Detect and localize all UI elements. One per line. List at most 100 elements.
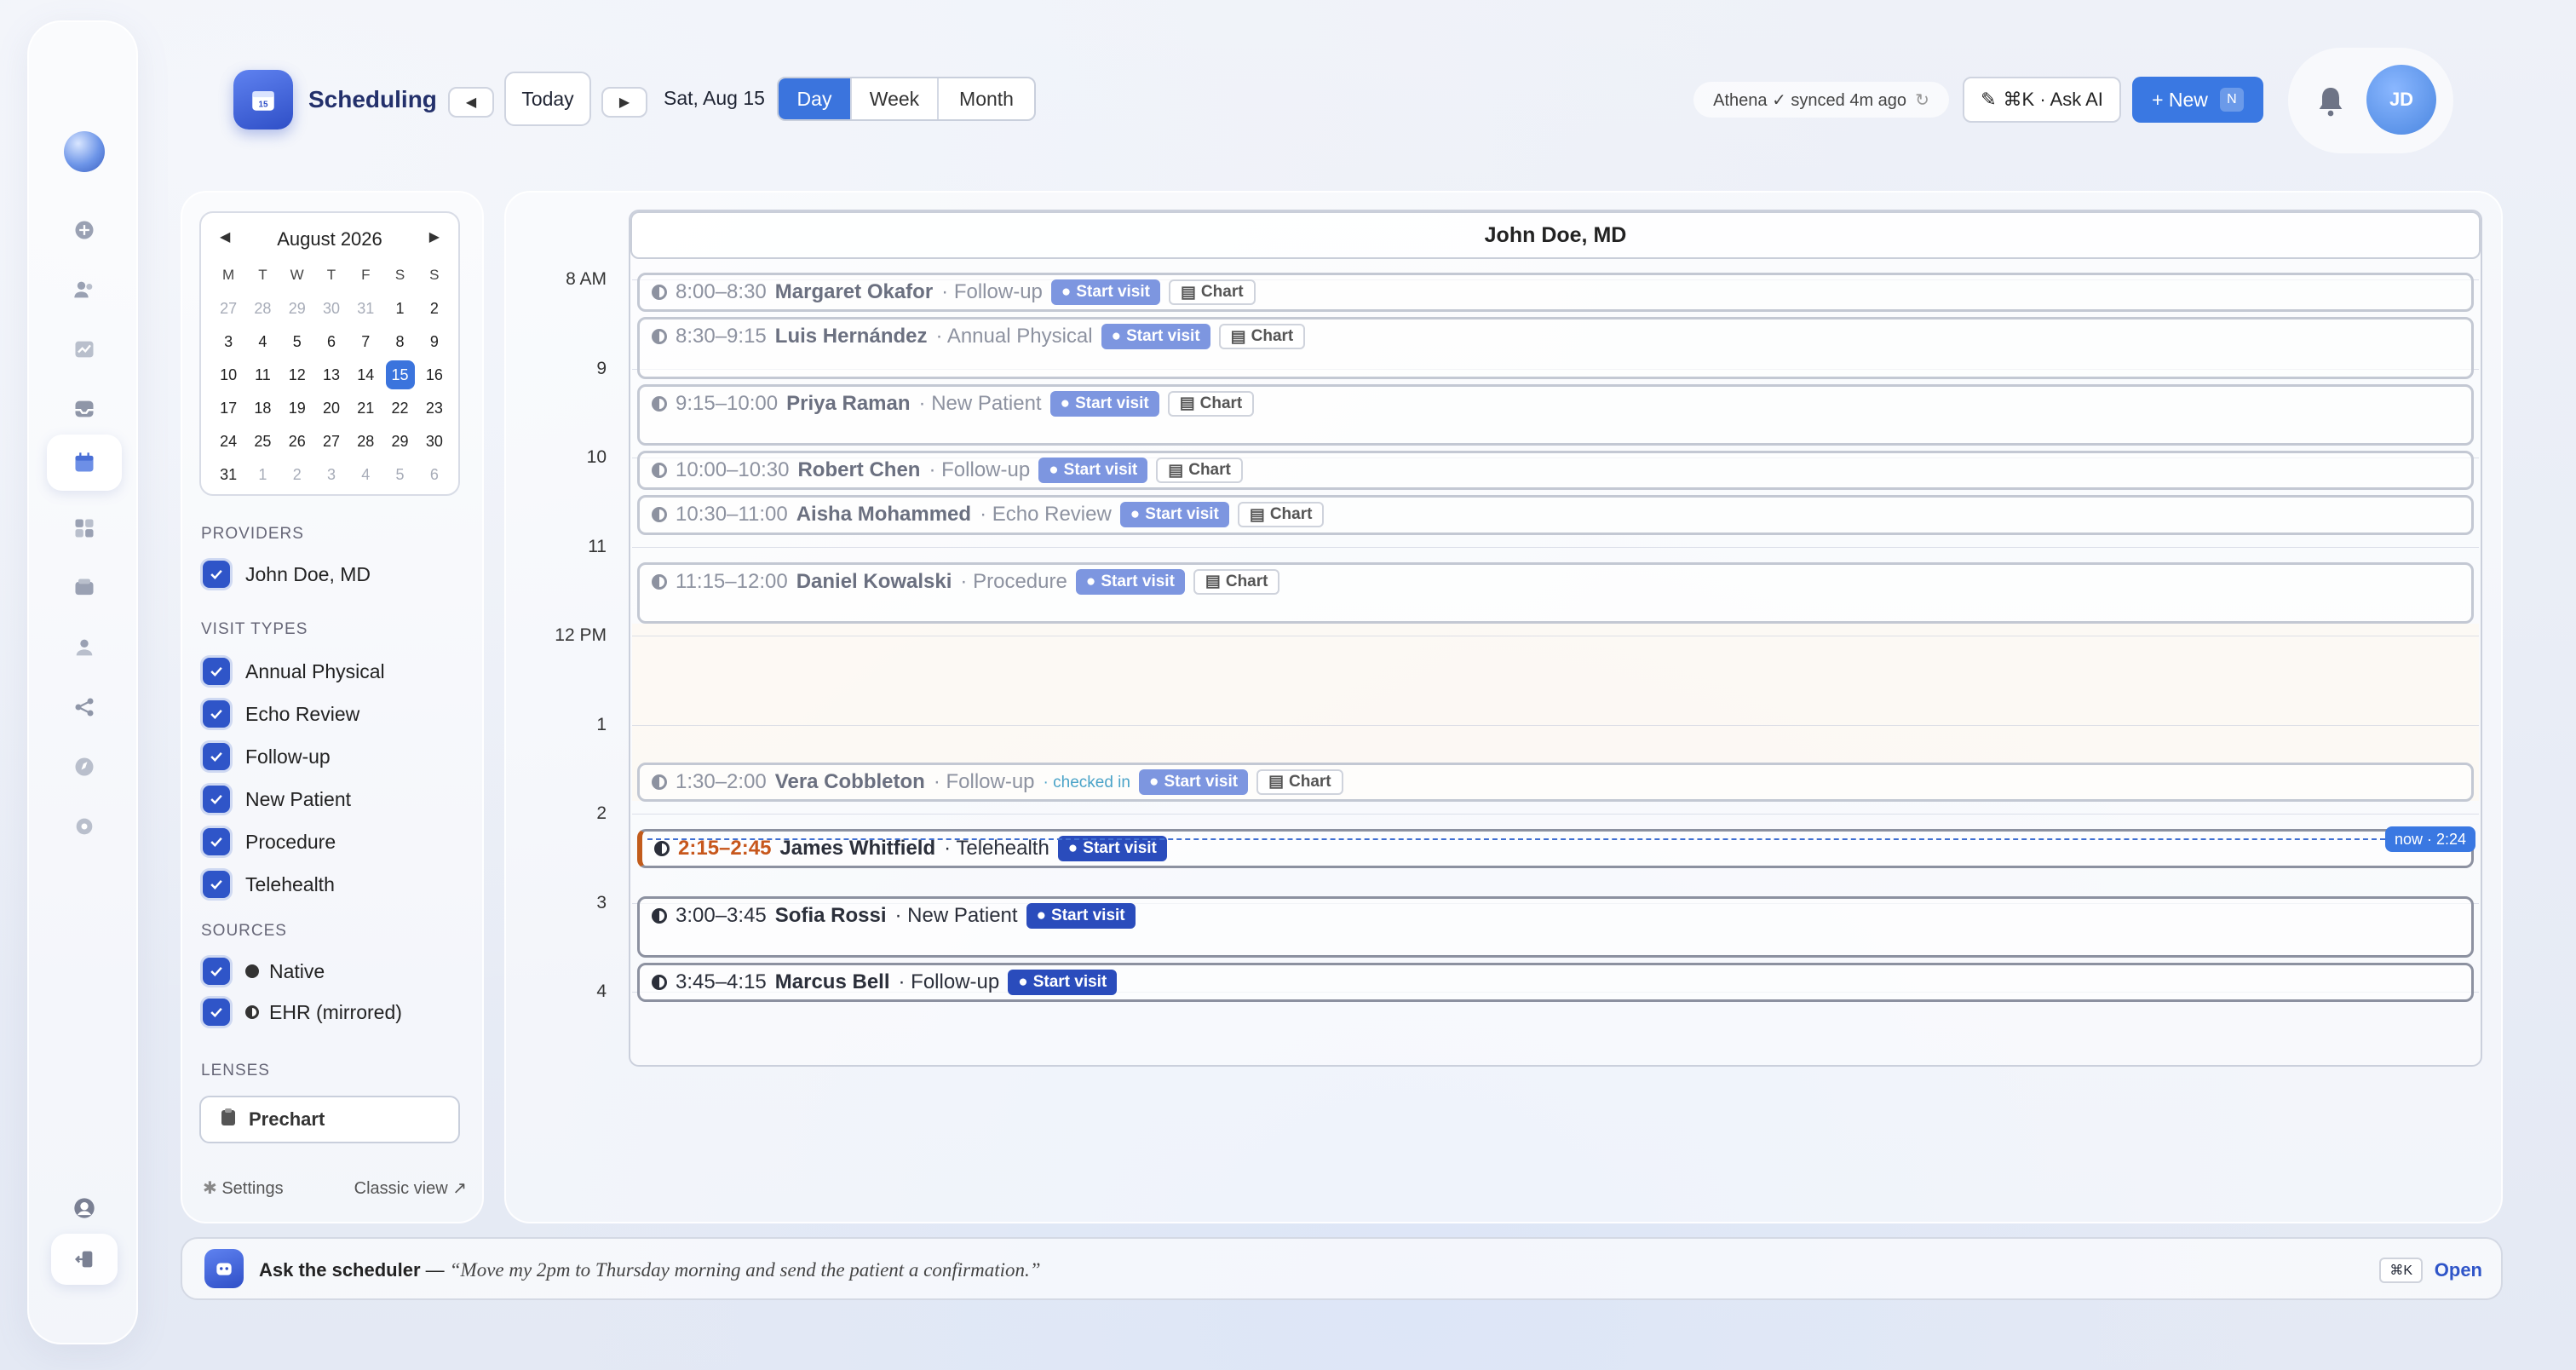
- calendar-nav-icon[interactable]: [47, 435, 122, 491]
- source-native-checkbox[interactable]: Native: [203, 958, 325, 985]
- patient-name[interactable]: Vera Cobbleton: [775, 770, 925, 794]
- patient-name[interactable]: Priya Raman: [786, 392, 910, 416]
- avatar[interactable]: JD: [2366, 65, 2436, 135]
- checkbox-icon[interactable]: [203, 828, 230, 855]
- profile-icon[interactable]: [69, 1193, 100, 1223]
- visit-type-checkbox[interactable]: Procedure: [203, 828, 336, 855]
- mini-calendar-day[interactable]: 8: [382, 331, 417, 353]
- billing-icon[interactable]: [69, 573, 100, 603]
- mini-calendar-day[interactable]: 5: [382, 463, 417, 486]
- mini-calendar-day[interactable]: 31: [348, 297, 382, 319]
- apps-icon[interactable]: [69, 513, 100, 544]
- source-ehr-checkbox[interactable]: EHR (mirrored): [203, 999, 402, 1026]
- start-visit-button[interactable]: ● Start visit: [1008, 969, 1118, 995]
- mini-calendar-day[interactable]: 11: [245, 364, 279, 386]
- open-button[interactable]: Open: [2435, 1259, 2482, 1281]
- visit-type-checkbox[interactable]: Follow-up: [203, 743, 331, 770]
- mini-calendar-day[interactable]: 13: [314, 364, 348, 386]
- lens-prechart[interactable]: Prechart: [199, 1096, 460, 1143]
- checkbox-icon[interactable]: [203, 658, 230, 685]
- mini-calendar-day[interactable]: 20: [314, 397, 348, 419]
- patient-name[interactable]: Robert Chen: [797, 458, 920, 482]
- chart-button[interactable]: ▤ Chart: [1156, 458, 1243, 483]
- mini-calendar-day[interactable]: 7: [348, 331, 382, 353]
- chart-button[interactable]: ▤ Chart: [1256, 768, 1343, 795]
- patients-icon[interactable]: [69, 274, 100, 305]
- start-visit-button[interactable]: ● Start visit: [1038, 458, 1148, 483]
- mini-calendar-day[interactable]: 17: [211, 397, 245, 419]
- mini-calendar-day[interactable]: 30: [417, 430, 451, 452]
- mini-calendar-day[interactable]: 9: [417, 331, 451, 353]
- mini-calendar-day[interactable]: 22: [382, 397, 417, 419]
- mini-calendar-selected-day[interactable]: 15: [385, 360, 415, 389]
- appointment-card[interactable]: 2:15–2:45 James Whitfield · Telehealth ● Sta…: [637, 829, 2474, 869]
- appointment-card[interactable]: 8:00–8:30 Margaret Okafor · Follow-up ● Star…: [637, 273, 2474, 313]
- checkbox-icon[interactable]: [203, 743, 230, 770]
- checkbox-icon[interactable]: [203, 871, 230, 898]
- appointment-card[interactable]: 10:30–11:00 Aisha Mohammed · Echo Review ● S…: [637, 495, 2474, 535]
- mini-calendar-day[interactable]: 28: [348, 430, 382, 452]
- chart-button[interactable]: ▤ Chart: [1218, 324, 1306, 350]
- team-icon[interactable]: [69, 632, 100, 663]
- today-button[interactable]: Today: [504, 72, 591, 126]
- patient-name[interactable]: Luis Hernández: [775, 325, 928, 348]
- mini-calendar-day[interactable]: 1: [382, 297, 417, 319]
- patient-name[interactable]: Margaret Okafor: [775, 280, 933, 304]
- mini-calendar-day[interactable]: 2: [280, 463, 314, 486]
- appointment-card[interactable]: 8:30–9:15 Luis Hernández · Annual Physical…: [637, 317, 2474, 379]
- patient-name[interactable]: James Whitfield: [779, 837, 935, 861]
- mini-calendar-day[interactable]: 27: [211, 297, 245, 319]
- mini-calendar-day[interactable]: 2: [417, 297, 451, 319]
- start-visit-button[interactable]: ● Start visit: [1101, 324, 1210, 350]
- tab-month[interactable]: Month: [939, 78, 1034, 119]
- checkbox-icon[interactable]: [203, 561, 230, 588]
- chart-button[interactable]: ▤ Chart: [1193, 568, 1280, 595]
- tab-week[interactable]: Week: [852, 78, 939, 119]
- mini-calendar-day[interactable]: 1: [245, 463, 279, 486]
- mini-calendar-day[interactable]: 23: [417, 397, 451, 419]
- mini-calendar-day[interactable]: 4: [245, 331, 279, 353]
- assistant-orb[interactable]: [64, 131, 105, 172]
- add-icon[interactable]: [69, 215, 100, 245]
- mini-calendar-day[interactable]: 28: [245, 297, 279, 319]
- visit-type-checkbox[interactable]: Annual Physical: [203, 658, 385, 685]
- patient-name[interactable]: Daniel Kowalski: [796, 570, 952, 594]
- appointment-card[interactable]: 9:15–10:00 Priya Raman · New Patient ● Start…: [637, 383, 2474, 446]
- provider-checkbox[interactable]: John Doe, MD: [203, 561, 371, 588]
- start-visit-button[interactable]: ● Start visit: [1138, 768, 1249, 795]
- mini-calendar-day[interactable]: 10: [211, 364, 245, 386]
- settings-link[interactable]: ✱ Settings: [203, 1177, 284, 1199]
- start-visit-button[interactable]: ● Start visit: [1026, 902, 1136, 929]
- checkbox-icon[interactable]: [203, 700, 230, 728]
- bell-icon[interactable]: [2314, 82, 2348, 119]
- mini-calendar-day[interactable]: 31: [211, 463, 245, 486]
- mini-calendar-day[interactable]: 25: [245, 430, 279, 452]
- mini-calendar-day[interactable]: 18: [245, 397, 279, 419]
- chart-button[interactable]: ▤ Chart: [1167, 390, 1255, 417]
- start-visit-button[interactable]: ● Start visit: [1050, 279, 1160, 305]
- mini-calendar-day[interactable]: 16: [417, 364, 451, 386]
- mini-calendar-day[interactable]: 26: [280, 430, 314, 452]
- visit-type-checkbox[interactable]: Echo Review: [203, 700, 359, 728]
- mini-calendar-day[interactable]: 29: [382, 430, 417, 452]
- mini-calendar-day[interactable]: 12: [280, 364, 314, 386]
- mini-calendar-day[interactable]: 3: [314, 463, 348, 486]
- mini-calendar-day[interactable]: 6: [314, 331, 348, 353]
- next-month-button[interactable]: ▶: [429, 228, 440, 245]
- appointment-card[interactable]: 11:15–12:00 Daniel Kowalski · Procedure ● St…: [637, 561, 2474, 624]
- patient-name[interactable]: Marcus Bell: [775, 970, 890, 994]
- mini-calendar-day[interactable]: 3: [211, 331, 245, 353]
- ask-ai-button[interactable]: ✎ ⌘K · Ask AI: [1963, 77, 2121, 123]
- share-icon[interactable]: [69, 692, 100, 722]
- inbox-icon[interactable]: [69, 394, 100, 424]
- patient-name[interactable]: Sofia Rossi: [775, 904, 887, 928]
- mini-calendar-day[interactable]: 21: [348, 397, 382, 419]
- checkbox-icon[interactable]: [203, 786, 230, 813]
- chart-button[interactable]: ▤ Chart: [1168, 279, 1256, 305]
- sync-status[interactable]: Athena ✓ synced 4m ago ↻: [1693, 82, 1949, 118]
- start-visit-button[interactable]: ● Start visit: [1119, 502, 1229, 528]
- logout-icon[interactable]: [51, 1234, 118, 1285]
- appointment-card[interactable]: 10:00–10:30 Robert Chen · Follow-up ● Start …: [637, 451, 2474, 491]
- mini-calendar-day[interactable]: 27: [314, 430, 348, 452]
- mini-calendar-day[interactable]: 24: [211, 430, 245, 452]
